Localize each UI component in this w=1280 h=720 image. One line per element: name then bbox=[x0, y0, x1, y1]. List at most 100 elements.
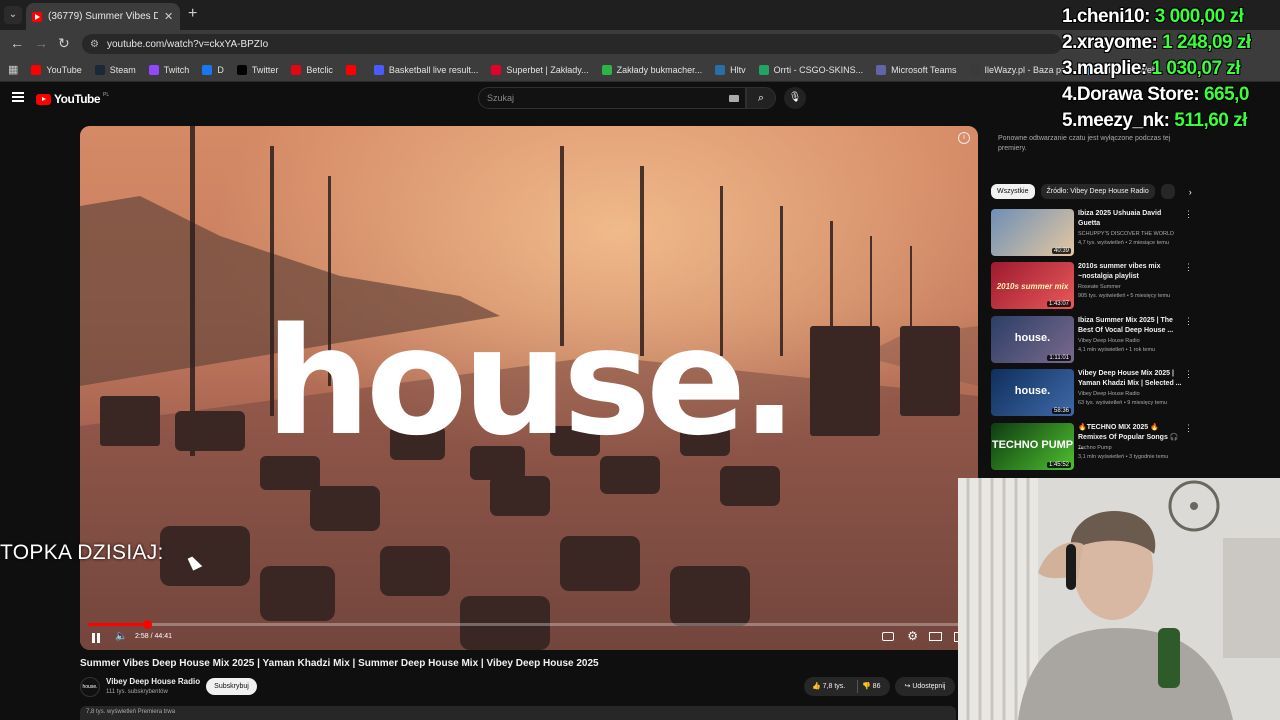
search-button[interactable]: ⌕ bbox=[746, 87, 776, 109]
video-thumbnail[interactable]: TECHNO PUMP 1:45:52 bbox=[991, 423, 1074, 470]
channel-avatar[interactable]: house. bbox=[80, 677, 100, 697]
recommended-video-title[interactable]: Ibiza Summer Mix 2025 | The Best Of Voca… bbox=[1078, 316, 1182, 336]
settings-gear-icon[interactable]: ⚙ bbox=[907, 629, 918, 643]
bookmark-label: D bbox=[217, 64, 224, 75]
recommended-video[interactable]: house. 58:36 Vibey Deep House Mix 2025 | Y… bbox=[991, 369, 1193, 419]
recommended-video-title[interactable]: Ibiza 2025 Ushuaia David Guetta bbox=[1078, 209, 1182, 229]
video-duration: 1:43:07 bbox=[1046, 301, 1071, 307]
bookmark-item[interactable]: Steam bbox=[94, 64, 136, 75]
pause-icon[interactable] bbox=[92, 633, 100, 643]
recommended-video-channel[interactable]: Techno Pump bbox=[1078, 445, 1112, 451]
share-button[interactable]: ↪ Udostępnij bbox=[895, 677, 955, 696]
chip-all[interactable]: Wszystkie bbox=[991, 184, 1035, 199]
recommended-video[interactable]: house. 1:11:01 Ibiza Summer Mix 2025 | The… bbox=[991, 316, 1193, 366]
recommended-video[interactable]: 2010s summer mix 1:43:07 2010s summer vibe… bbox=[991, 262, 1193, 312]
donation-amount: 1 030,07 zł bbox=[1151, 58, 1241, 79]
recommended-video-title[interactable]: 2010s summer vibes mix ~nostalgia playli… bbox=[1078, 262, 1182, 282]
bookmark-favicon-icon bbox=[345, 64, 356, 75]
bookmark-item[interactable]: Zakłady bukmacher... bbox=[601, 64, 702, 75]
bookmark-item[interactable]: D bbox=[202, 64, 224, 75]
filter-chips: Wszystkie Źródło: Vibey Deep House Radio… bbox=[991, 184, 1192, 199]
recommended-video-channel[interactable]: Vibey Deep House Radio bbox=[1078, 338, 1140, 344]
recommended-video-title[interactable]: Vibey Deep House Mix 2025 | Yaman Khadzi… bbox=[1078, 369, 1182, 389]
bookmark-item[interactable]: IleWazy.pl - Baza pr... bbox=[969, 64, 1071, 75]
bookmark-favicon-icon bbox=[373, 64, 384, 75]
recommended-video[interactable]: 40:39 Ibiza 2025 Ushuaia David Guetta SCHU… bbox=[991, 209, 1193, 259]
reload-icon[interactable]: ↻ bbox=[58, 35, 70, 52]
video-thumbnail[interactable]: 40:39 bbox=[991, 209, 1074, 256]
progress-bar[interactable] bbox=[88, 620, 970, 629]
site-settings-icon[interactable]: ⚙ bbox=[90, 39, 99, 50]
thumbs-down-icon: 👎 bbox=[862, 683, 873, 690]
video-thumbnail[interactable]: house. 58:36 bbox=[991, 369, 1074, 416]
youtube-play-logo-icon bbox=[36, 93, 51, 105]
theater-mode-icon[interactable] bbox=[929, 632, 942, 641]
chip-more[interactable] bbox=[1160, 184, 1175, 199]
keyboard-icon[interactable] bbox=[729, 95, 739, 102]
dislike-count: 86 bbox=[872, 683, 881, 690]
like-button[interactable]: 👍 7,8 tys. bbox=[812, 682, 845, 690]
bookmark-favicon-icon bbox=[148, 64, 159, 75]
more-options-icon[interactable]: ⋮ bbox=[1184, 369, 1193, 380]
bookmark-favicon-icon bbox=[715, 64, 726, 75]
leaderboard-row: 3.marplie: 1 030,07 zł bbox=[1062, 58, 1280, 84]
subtitles-icon[interactable] bbox=[882, 632, 894, 641]
recommended-video-channel[interactable]: Vibey Deep House Radio bbox=[1078, 391, 1140, 397]
more-options-icon[interactable]: ⋮ bbox=[1184, 262, 1193, 273]
bookmark-item[interactable] bbox=[345, 64, 361, 75]
video-player[interactable]: house. i 🔈 2:58 / 44:41 ⚙ bbox=[80, 126, 978, 650]
description-box[interactable]: 7,8 tys. wyświetleń Premiera trwa bbox=[80, 706, 956, 720]
apps-grid-icon[interactable]: ▦ bbox=[8, 63, 18, 76]
new-tab-button[interactable]: + bbox=[188, 5, 197, 23]
bookmark-label: Superbet | Zakłady... bbox=[506, 64, 589, 75]
video-duration: 40:39 bbox=[1051, 248, 1071, 254]
video-thumbnail[interactable]: house. 1:11:01 bbox=[991, 316, 1074, 363]
forward-icon[interactable]: → bbox=[34, 35, 48, 51]
bookmark-favicon-icon bbox=[236, 64, 247, 75]
bookmark-favicon-icon bbox=[876, 64, 887, 75]
chevron-right-icon[interactable]: › bbox=[1189, 187, 1192, 197]
bookmark-item[interactable]: Microsoft Teams bbox=[876, 64, 957, 75]
more-options-icon[interactable]: ⋮ bbox=[1184, 423, 1193, 434]
recommended-video-channel[interactable]: SCHUPPY'S DISCOVER THE WORLD bbox=[1078, 231, 1174, 237]
subscribe-button[interactable]: Subskrybuj bbox=[206, 678, 257, 695]
youtube-logo[interactable]: YouTube PL bbox=[36, 92, 109, 106]
tab-youtube[interactable]: (36779) Summer Vibes Deep H... ✕ bbox=[26, 3, 180, 30]
scrubber-handle[interactable] bbox=[142, 620, 152, 629]
recommended-video-meta: 4,1 mln wyświetleń • 1 rok temu bbox=[1078, 347, 1156, 353]
voice-search-button[interactable]: 🎙 bbox=[784, 87, 806, 109]
menu-icon[interactable] bbox=[12, 92, 24, 102]
bookmark-item[interactable]: Basketball live result... bbox=[373, 64, 478, 75]
bookmark-item[interactable]: YouTube bbox=[31, 64, 82, 75]
bookmark-item[interactable]: Betclic bbox=[291, 64, 333, 75]
video-title: Summer Vibes Deep House Mix 2025 | Yaman… bbox=[80, 658, 599, 669]
more-options-icon[interactable]: ⋮ bbox=[1184, 316, 1193, 327]
url-field[interactable]: ⚙ youtube.com/watch?v=ckxYA-BPZIo bbox=[82, 34, 1062, 54]
bookmark-favicon-icon bbox=[31, 64, 42, 75]
search-input[interactable]: Szukaj bbox=[478, 87, 746, 109]
thumbs-up-icon: 👍 bbox=[812, 683, 823, 690]
dislike-button[interactable]: 👎 86 bbox=[862, 682, 880, 690]
donor-name: 5.meezy_nk: bbox=[1062, 110, 1170, 131]
bookmark-item[interactable]: Superbet | Zakłady... bbox=[491, 64, 589, 75]
volume-icon[interactable]: 🔈 bbox=[115, 631, 127, 642]
tab-close-icon[interactable]: ✕ bbox=[164, 10, 174, 23]
thumbnail-text: 2010s summer mix bbox=[996, 282, 1069, 291]
bookmark-item[interactable]: Twitch bbox=[148, 64, 190, 75]
tab-search-chevron-icon[interactable]: ⌄ bbox=[4, 6, 22, 24]
chip-source-channel[interactable]: Źródło: Vibey Deep House Radio bbox=[1040, 184, 1155, 199]
back-icon[interactable]: ← bbox=[10, 35, 24, 51]
more-options-icon[interactable]: ⋮ bbox=[1184, 209, 1193, 220]
player-controls: 🔈 2:58 / 44:41 ⚙ bbox=[80, 629, 978, 649]
bookmark-item[interactable]: Twitter bbox=[236, 64, 278, 75]
video-thumbnail[interactable]: 2010s summer mix 1:43:07 bbox=[991, 262, 1074, 309]
region-code: PL bbox=[103, 92, 110, 98]
bookmark-label: Twitch bbox=[163, 64, 190, 75]
info-icon[interactable]: i bbox=[958, 132, 970, 144]
bookmark-item[interactable]: Orrti - CSGO-SKINS... bbox=[758, 64, 863, 75]
recommended-video[interactable]: TECHNO PUMP 1:45:52 🔥TECHNO MIX 2025 🔥 Rem… bbox=[991, 423, 1193, 473]
channel-name[interactable]: Vibey Deep House Radio bbox=[106, 677, 200, 686]
recommended-video-channel[interactable]: Roseate Summer bbox=[1078, 284, 1121, 290]
like-divider bbox=[857, 680, 858, 693]
bookmark-item[interactable]: Hltv bbox=[715, 64, 746, 75]
